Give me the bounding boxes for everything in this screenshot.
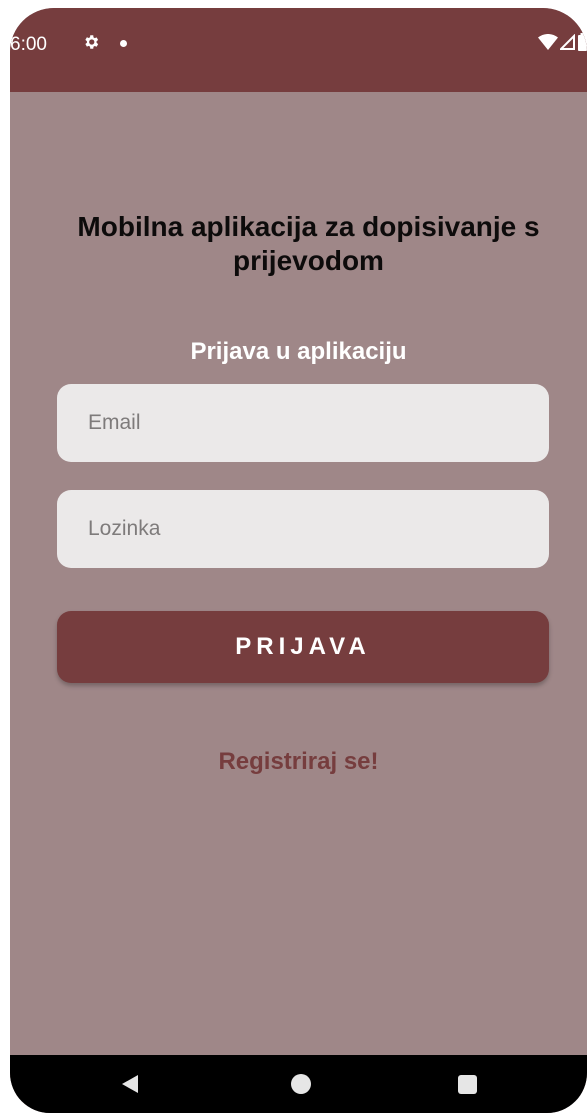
signal-icon bbox=[560, 34, 575, 50]
register-link[interactable]: Registriraj se! bbox=[10, 748, 587, 776]
battery-icon bbox=[578, 33, 587, 51]
wifi-icon bbox=[538, 34, 558, 50]
navigation-bar bbox=[10, 1055, 587, 1113]
phone-screen: 6:00 Mobilna aplikacija za dopisivanje s… bbox=[10, 8, 587, 1113]
app-title: Mobilna aplikacija za dopisivanje s prij… bbox=[77, 211, 540, 276]
login-heading: Prijava u aplikaciju bbox=[190, 338, 407, 365]
recents-icon[interactable] bbox=[458, 1075, 477, 1094]
status-time: 6:00 bbox=[10, 34, 47, 55]
login-button[interactable]: PRIJAVA bbox=[57, 611, 549, 683]
notification-dot-icon bbox=[120, 40, 127, 47]
email-field[interactable] bbox=[57, 384, 549, 462]
home-icon[interactable] bbox=[291, 1074, 311, 1094]
password-field[interactable] bbox=[57, 490, 549, 568]
status-bar: 6:00 bbox=[10, 8, 587, 92]
gear-icon bbox=[85, 35, 99, 49]
back-icon[interactable] bbox=[122, 1075, 138, 1093]
status-indicators bbox=[538, 32, 587, 52]
